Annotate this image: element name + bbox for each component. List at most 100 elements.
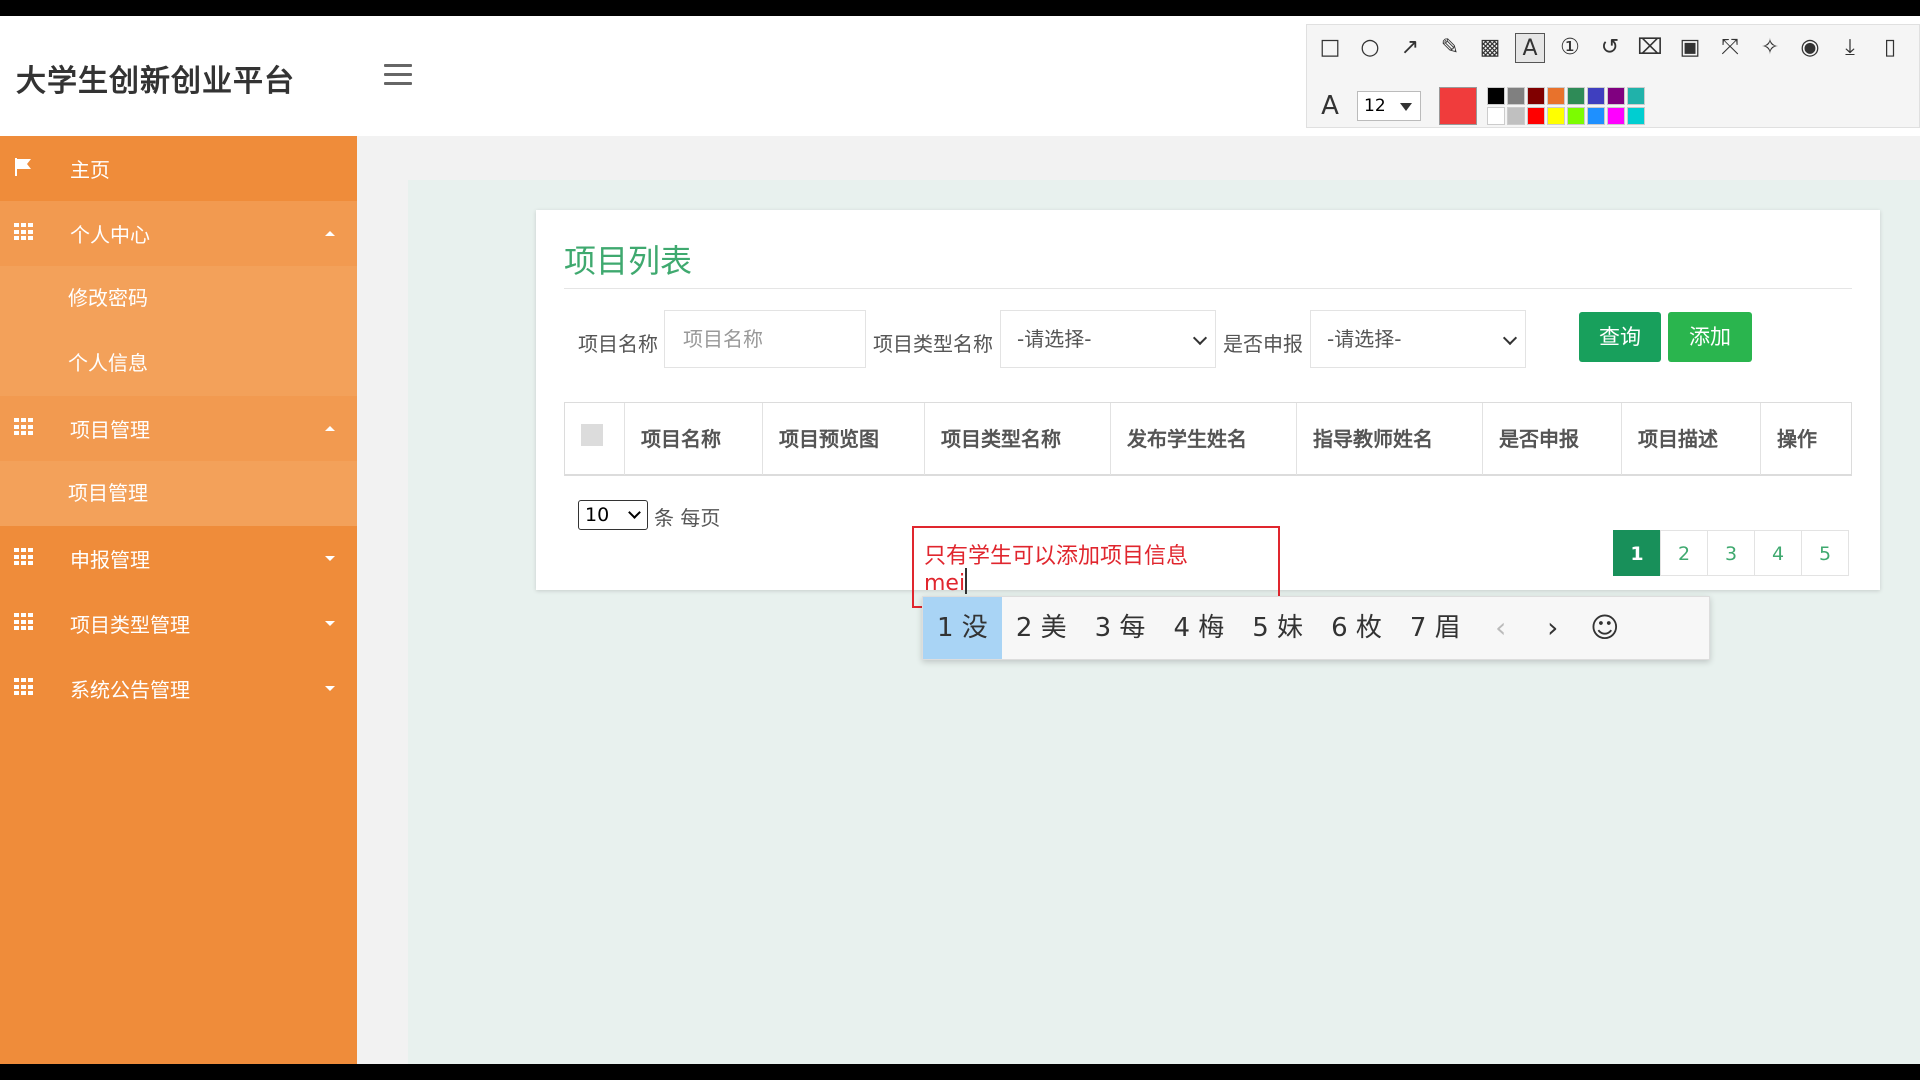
color-swatch[interactable] [1627, 107, 1645, 125]
sidebar-group-label: 申报管理 [70, 548, 150, 572]
pagination: 1 2 3 4 5 [1613, 530, 1849, 576]
column-header[interactable]: 项目描述 [1622, 403, 1761, 475]
fullscreen-icon[interactable]: ⤧ [1715, 33, 1745, 63]
grid-icon [14, 613, 34, 631]
pin-icon[interactable]: ✧ [1755, 33, 1785, 63]
sidebar-group-projects[interactable]: 项目管理 [0, 396, 357, 461]
undo-icon[interactable]: ↺ [1595, 33, 1625, 63]
column-header[interactable]: 是否申报 [1483, 403, 1622, 475]
color-swatch[interactable] [1607, 87, 1625, 105]
flag-icon [15, 158, 31, 176]
ime-candidate[interactable]: 4 梅 [1159, 597, 1238, 659]
color-swatch[interactable] [1487, 87, 1505, 105]
declared-select[interactable]: -请选择- [1310, 310, 1526, 368]
mosaic-icon[interactable]: ▩ [1475, 33, 1505, 63]
color-swatch[interactable] [1547, 107, 1565, 125]
chevron-down-icon [628, 506, 641, 519]
color-swatch[interactable] [1627, 87, 1645, 105]
annotation-composing-text: mei [924, 568, 968, 596]
chevron-left-icon[interactable]: ‹ [1475, 597, 1527, 659]
column-header: 操作 [1777, 427, 1817, 451]
ellipse-icon[interactable]: ○ [1355, 33, 1385, 63]
sidebar-item-change-password[interactable]: 修改密码 [0, 266, 357, 331]
app-title: 大学生创新创业平台 [16, 64, 295, 99]
sidebar-submenu-projects: 项目管理 [0, 461, 357, 526]
caret-up-icon [325, 231, 335, 236]
sidebar-item-profile[interactable]: 个人信息 [0, 331, 357, 396]
text-icon[interactable]: A [1515, 33, 1545, 63]
color-swatch[interactable] [1487, 107, 1505, 125]
page-button[interactable]: 2 [1660, 530, 1708, 576]
download-icon[interactable]: ⤓ [1835, 33, 1865, 63]
color-swatch[interactable] [1567, 87, 1585, 105]
column-header[interactable]: 发布学生姓名 [1111, 403, 1297, 475]
add-button[interactable]: 添加 [1668, 312, 1752, 362]
sidebar-item-home[interactable]: 主页 [0, 136, 357, 201]
project-type-select[interactable]: -请选择- [1000, 310, 1216, 368]
color-swatch[interactable] [1527, 87, 1545, 105]
ime-candidate[interactable]: 7 眉 [1396, 597, 1475, 659]
color-swatch[interactable] [1587, 107, 1605, 125]
color-swatch[interactable] [1607, 107, 1625, 125]
arrow-icon[interactable]: ↗ [1395, 33, 1425, 63]
sidebar-group-announcements[interactable]: 系统公告管理 [0, 656, 357, 721]
declared-label: 是否申报 [1223, 332, 1303, 356]
annotation-toolbar: □ ○ ↗ ✎ ▩ A ① ↺ ⌧ ▣ ⤧ ✧ ◉ ⤓ ▯ A 12 [1306, 24, 1920, 128]
page-button[interactable]: 3 [1707, 530, 1755, 576]
color-swatch[interactable] [1527, 107, 1545, 125]
current-color-swatch[interactable] [1439, 87, 1477, 125]
page-button[interactable]: 4 [1754, 530, 1802, 576]
annotation-text-line: 只有学生可以添加项目信息 [924, 544, 1189, 569]
color-swatch[interactable] [1507, 107, 1525, 125]
type-label: 项目类型名称 [873, 332, 993, 356]
caret-down-icon [325, 686, 335, 691]
screen: 大学生创新创业平台 □ ○ ↗ ✎ ▩ A ① ↺ ⌧ ▣ ⤧ ✧ ◉ ⤓ ▯ … [0, 16, 1920, 1064]
sidebar-item-label: 主页 [70, 158, 110, 182]
chevron-right-icon[interactable]: › [1527, 597, 1579, 659]
pencil-icon[interactable]: ✎ [1435, 33, 1465, 63]
per-page-label: 条 每页 [654, 506, 721, 530]
ime-candidate[interactable]: 3 每 [1081, 597, 1160, 659]
sidebar-group-label: 项目类型管理 [70, 613, 190, 637]
rectangle-icon[interactable]: □ [1315, 33, 1345, 63]
emoji-icon[interactable]: ☺ [1579, 597, 1631, 659]
select-all-checkbox[interactable] [581, 424, 603, 446]
chevron-down-icon [1502, 330, 1518, 346]
select-value: -请选择- [1327, 327, 1402, 351]
color-swatch[interactable] [1567, 107, 1585, 125]
sidebar-submenu-personal: 修改密码 个人信息 [0, 266, 357, 396]
page-title: 项目列表 [564, 242, 693, 280]
clear-icon[interactable]: ⌧ [1635, 33, 1665, 63]
caret-down-icon [325, 556, 335, 561]
translate-icon[interactable]: ▣ [1675, 33, 1705, 63]
number-icon[interactable]: ① [1555, 33, 1585, 63]
sidebar-group-declare[interactable]: 申报管理 [0, 526, 357, 591]
page-size-value: 10 [585, 504, 610, 526]
project-name-input[interactable]: 项目名称 [664, 310, 866, 368]
sidebar-item-project-manage[interactable]: 项目管理 [0, 461, 357, 526]
page-size-select[interactable]: 10 [578, 500, 648, 530]
column-header[interactable]: 指导教师姓名 [1297, 403, 1483, 475]
ime-candidate[interactable]: 2 美 [1002, 597, 1081, 659]
chevron-down-icon [1192, 330, 1208, 346]
ime-candidate[interactable]: 6 枚 [1317, 597, 1396, 659]
query-button[interactable]: 查询 [1579, 312, 1661, 362]
sidebar-group-project-types[interactable]: 项目类型管理 [0, 591, 357, 656]
sidebar: 主页 个人中心 修改密码 个人信息 项目管理 项目管理 申报管理 项目类型管理 [0, 136, 357, 1064]
record-icon[interactable]: ◉ [1795, 33, 1825, 63]
save-icon[interactable]: ▯ [1875, 33, 1905, 63]
column-header[interactable]: 项目类型名称 [925, 403, 1111, 475]
page-button[interactable]: 5 [1801, 530, 1849, 576]
ime-candidate[interactable]: 5 妹 [1238, 597, 1317, 659]
color-swatch[interactable] [1547, 87, 1565, 105]
menu-toggle-icon[interactable] [384, 64, 412, 86]
grid-icon [14, 678, 34, 696]
page-button[interactable]: 1 [1613, 530, 1661, 576]
column-header[interactable]: 项目名称 [625, 403, 763, 475]
color-swatch[interactable] [1507, 87, 1525, 105]
column-header[interactable]: 项目预览图 [763, 403, 925, 475]
font-size-select[interactable]: 12 [1357, 91, 1421, 121]
ime-candidate[interactable]: 1 没 [923, 597, 1002, 659]
sidebar-group-personal[interactable]: 个人中心 [0, 201, 357, 266]
color-swatch[interactable] [1587, 87, 1605, 105]
